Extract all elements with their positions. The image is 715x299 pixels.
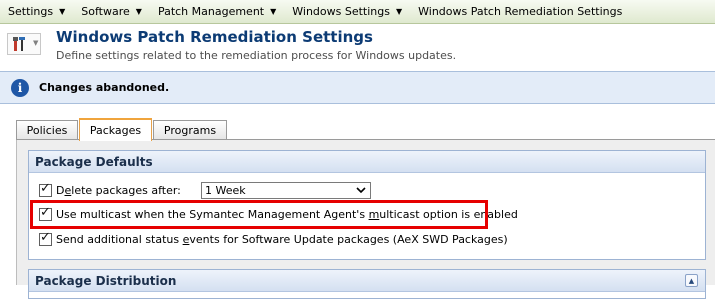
- caret-down-icon: ▼: [59, 7, 66, 16]
- panel-title: Package Distribution: [29, 270, 705, 292]
- tab-label: Packages: [89, 124, 142, 137]
- breadcrumb-label: Patch Management: [157, 5, 265, 18]
- caret-down-icon: ▼: [395, 7, 403, 16]
- breadcrumb-windows-settings[interactable]: Windows Settings ▼: [284, 0, 410, 24]
- delete-after-select[interactable]: 1 Week: [201, 182, 371, 199]
- breadcrumb-label: Settings: [8, 5, 54, 18]
- message-text: Changes abandoned.: [39, 81, 170, 94]
- info-icon: i: [11, 79, 29, 97]
- delete-packages-label: Delete packages after:: [56, 183, 181, 197]
- chevron-up-icon: ▲: [688, 276, 695, 285]
- caret-down-icon: ▼: [135, 7, 142, 16]
- panel-title: Package Defaults: [29, 151, 705, 173]
- breadcrumb: Settings ▼ Software ▼ Patch Management ▼…: [0, 0, 715, 24]
- send-status-checkbox[interactable]: ✓: [39, 229, 52, 246]
- message-banner: i Changes abandoned.: [0, 71, 715, 104]
- caret-down-icon: ▼: [270, 7, 277, 16]
- breadcrumb-software[interactable]: Software ▼: [73, 0, 150, 24]
- use-multicast-label: Use multicast when the Symantec Manageme…: [56, 207, 518, 221]
- page-header: ▼ Windows Patch Remediation Settings Def…: [0, 25, 715, 69]
- checkmark-icon: ✓: [40, 204, 51, 220]
- checkmark-icon: ✓: [40, 229, 51, 245]
- checkmark-icon: ✓: [40, 180, 51, 196]
- use-multicast-checkbox[interactable]: ✓: [39, 204, 52, 221]
- collapse-button[interactable]: ▲: [685, 274, 698, 287]
- breadcrumb-current-page[interactable]: Windows Patch Remediation Settings: [410, 0, 630, 24]
- breadcrumb-label: Windows Settings: [292, 5, 390, 18]
- tab-content: Package Defaults ✓ Delete packages after…: [16, 140, 715, 299]
- tab-packages[interactable]: Packages: [79, 118, 152, 141]
- chevron-down-icon: [356, 187, 366, 194]
- use-multicast-row: ✓ Use multicast when the Symantec Manage…: [39, 204, 518, 222]
- delete-packages-row: ✓ Delete packages after: 1 Week: [39, 180, 371, 199]
- tab-label: Policies: [26, 124, 68, 137]
- breadcrumb-settings[interactable]: Settings ▼: [0, 0, 73, 24]
- dropdown-arrow-icon: ▼: [33, 39, 39, 47]
- send-status-row: ✓ Send additional status events for Soft…: [39, 229, 508, 247]
- page-title: Windows Patch Remediation Settings: [56, 28, 373, 46]
- tab-programs[interactable]: Programs: [153, 120, 227, 140]
- package-distribution-panel: Package Distribution ▲: [28, 269, 706, 299]
- breadcrumb-patch-management[interactable]: Patch Management ▼: [150, 0, 284, 24]
- tools-icon: [13, 37, 25, 51]
- select-value: 1 Week: [205, 184, 246, 197]
- delete-packages-checkbox[interactable]: ✓: [39, 180, 52, 197]
- send-status-label: Send additional status events for Softwa…: [56, 232, 508, 246]
- tab-policies[interactable]: Policies: [16, 120, 78, 140]
- page-subtitle: Define settings related to the remediati…: [56, 49, 457, 62]
- tab-label: Programs: [163, 124, 217, 137]
- package-defaults-panel: Package Defaults ✓ Delete packages after…: [28, 150, 706, 260]
- breadcrumb-label: Software: [81, 5, 130, 18]
- tools-menu-button[interactable]: ▼: [7, 33, 41, 55]
- breadcrumb-label: Windows Patch Remediation Settings: [418, 5, 623, 18]
